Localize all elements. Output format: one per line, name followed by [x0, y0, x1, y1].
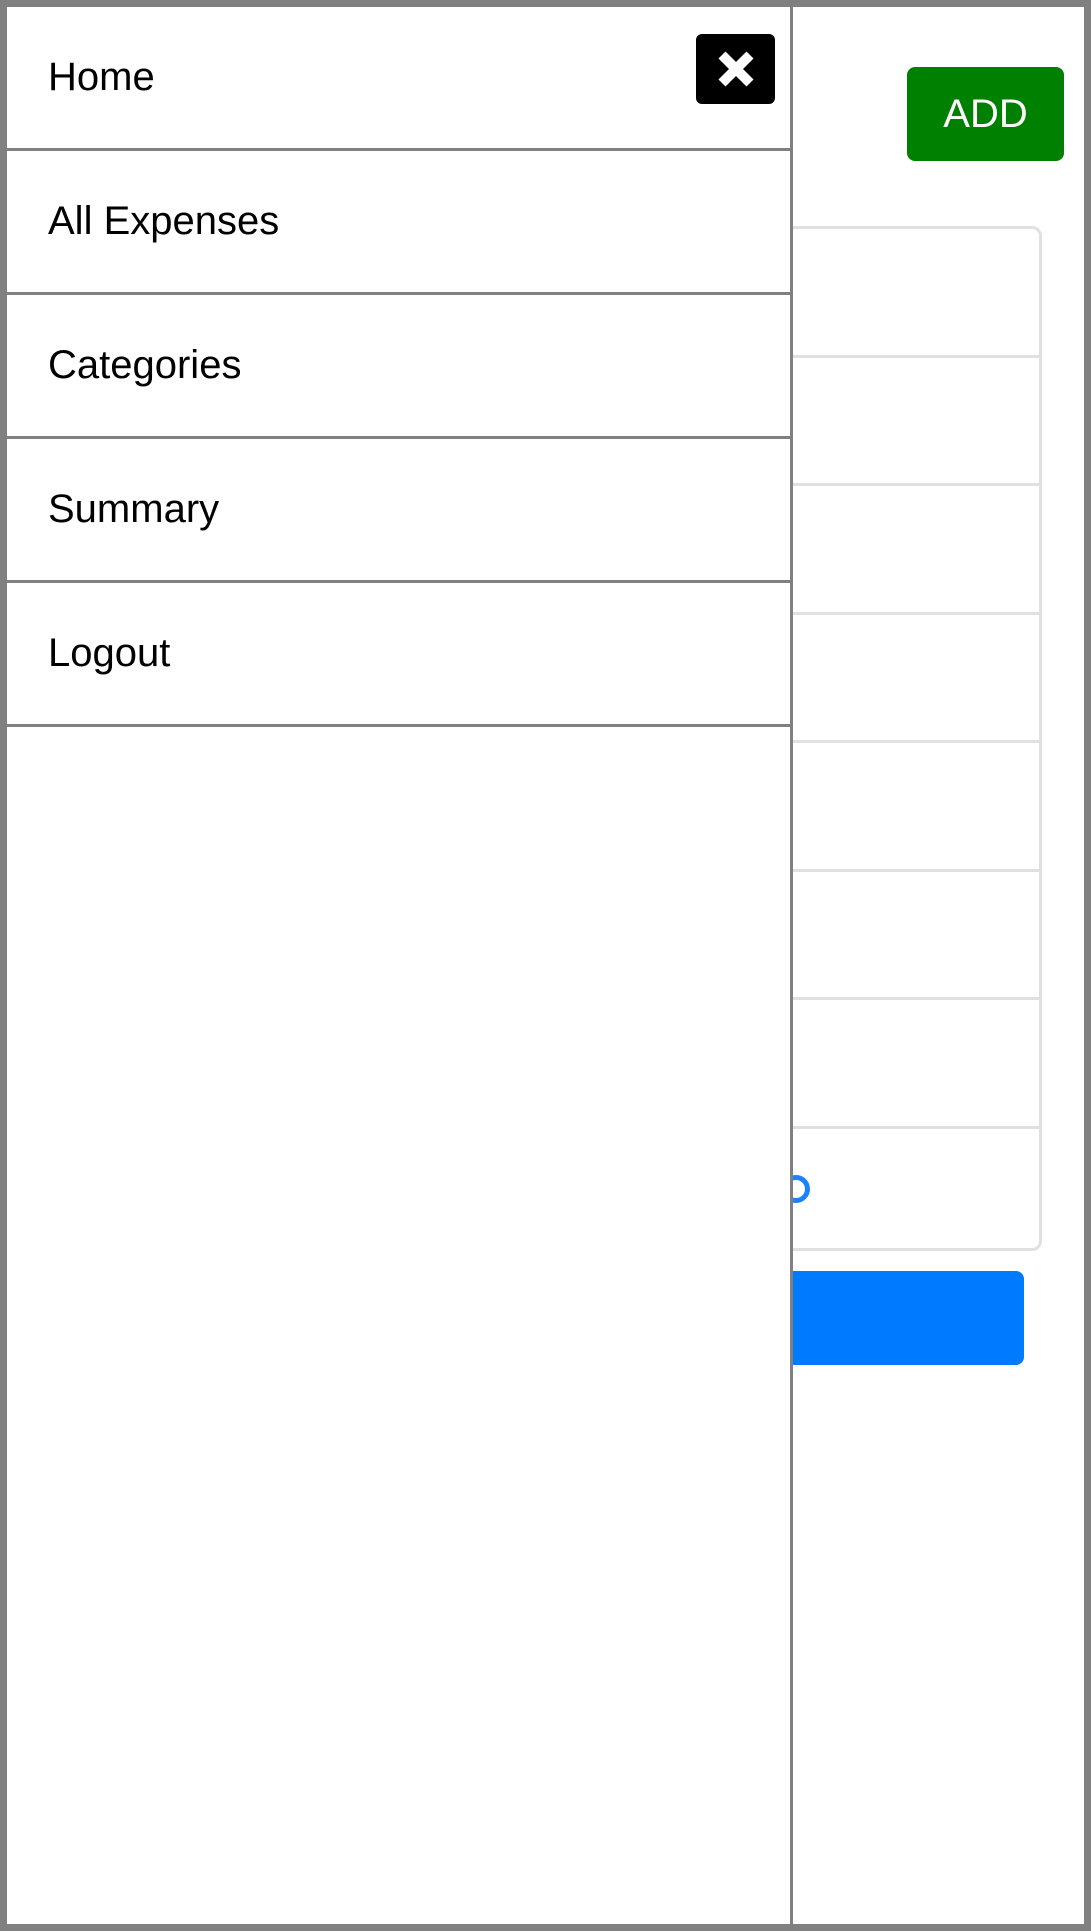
navigation-drawer: Home All Expenses Categories Summary Log… — [7, 7, 793, 1924]
menu-list: Home All Expenses Categories Summary Log… — [7, 7, 790, 727]
menu-item-label: Categories — [48, 343, 242, 387]
menu-item-label: Home — [48, 55, 155, 99]
menu-item-label: Logout — [48, 631, 171, 675]
menu-item-logout[interactable]: Logout — [7, 583, 790, 727]
menu-item-categories[interactable]: Categories — [7, 295, 790, 439]
app-viewport: ADD Y Home All Expenses Ca — [7, 7, 1084, 1924]
close-drawer-button[interactable] — [696, 34, 775, 104]
menu-item-home[interactable]: Home — [7, 7, 790, 151]
menu-item-label: All Expenses — [48, 199, 280, 243]
menu-item-label: Summary — [48, 487, 220, 531]
menu-item-summary[interactable]: Summary — [7, 439, 790, 583]
menu-item-all-expenses[interactable]: All Expenses — [7, 151, 790, 295]
close-x-icon — [717, 51, 754, 87]
add-expense-button[interactable]: ADD — [907, 67, 1064, 161]
